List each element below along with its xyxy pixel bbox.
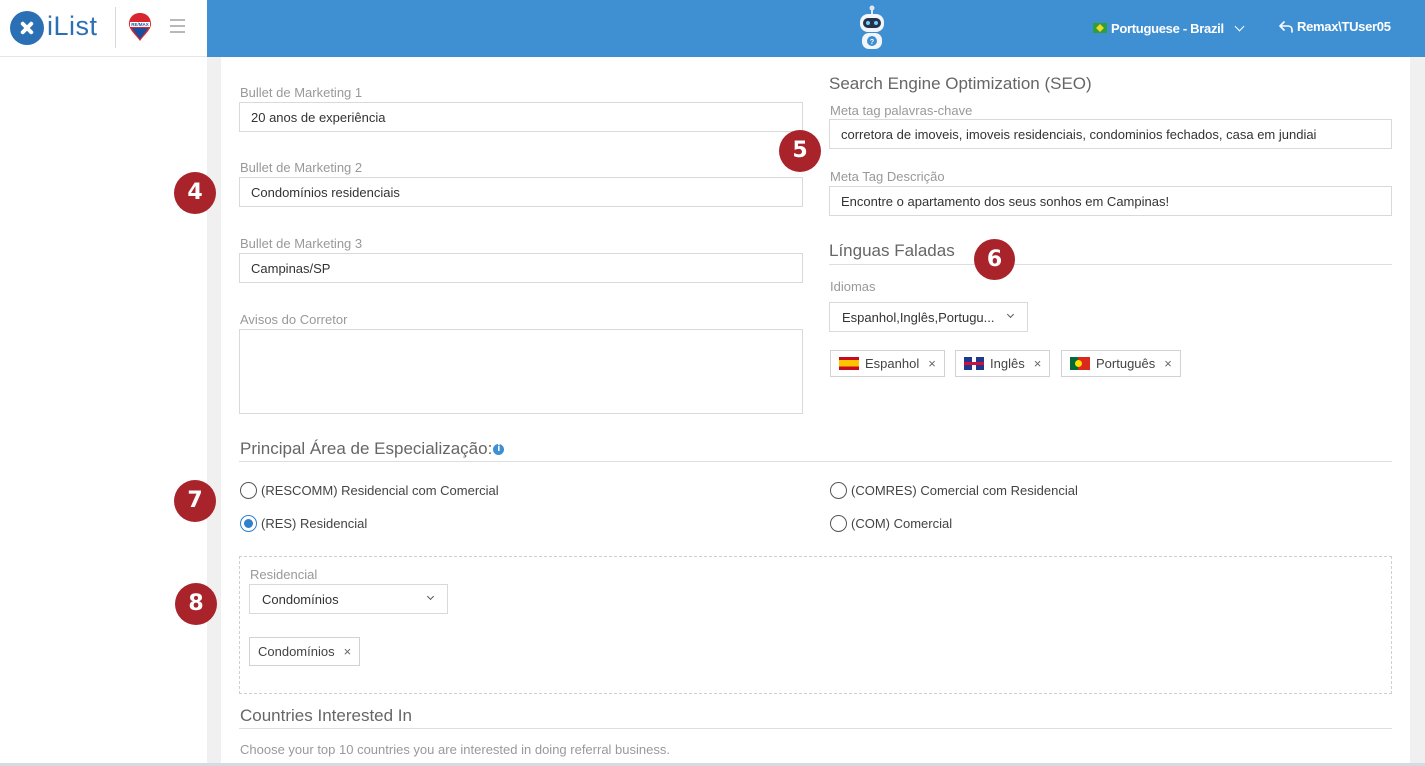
bullet1-label: Bullet de Marketing 1	[240, 85, 363, 100]
language-selector[interactable]: Portuguese - Brazil	[1093, 19, 1245, 37]
meta-keywords-label: Meta tag palavras-chave	[830, 103, 973, 118]
svg-text:RE/MAX: RE/MAX	[131, 22, 149, 27]
language-tag-label: Espanhol	[865, 356, 920, 371]
svg-text:?: ?	[870, 39, 874, 46]
brazil-flag-icon	[1093, 23, 1107, 33]
annotation-badge-5: 5	[779, 130, 821, 172]
right-gutter	[1410, 57, 1425, 766]
countries-helper-text: Choose your top 10 countries you are int…	[240, 742, 670, 757]
language-tag-portuguese: Português ×	[1061, 350, 1181, 377]
annotation-badge-4: 4	[174, 172, 216, 214]
radio-comres[interactable]: (COMRES) Comercial com Residencial	[830, 482, 1078, 499]
countries-title: Countries Interested In	[240, 706, 412, 725]
brand-name[interactable]: iList	[47, 11, 98, 42]
meta-description-label: Meta Tag Descrição	[830, 169, 945, 184]
residencial-tag-label: Condomínios	[258, 644, 335, 659]
annotation-badge-8: 8	[175, 583, 217, 625]
hamburger-icon[interactable]	[170, 19, 185, 33]
bullet2-input[interactable]: Condomínios residenciais	[239, 177, 803, 207]
remove-tag-icon[interactable]: ×	[928, 356, 936, 371]
radio-res[interactable]: (RES) Residencial	[240, 515, 367, 532]
radio-circle[interactable]	[240, 482, 257, 499]
chevron-down-icon	[1006, 310, 1015, 319]
specialization-title: Principal Área de Especialização: i	[240, 439, 505, 459]
radio-label: (COMRES) Comercial com Residencial	[851, 483, 1078, 498]
countries-divider	[239, 728, 1392, 729]
languages-field-label: Idiomas	[830, 279, 876, 294]
bullet1-input[interactable]: 20 anos de experiência	[239, 102, 803, 132]
uk-flag-icon	[964, 357, 984, 370]
sidebar	[0, 57, 207, 766]
return-arrow-icon	[1279, 20, 1293, 33]
annotation-badge-6: 6	[974, 239, 1015, 280]
bullet2-label: Bullet de Marketing 2	[240, 160, 363, 175]
chevron-down-icon	[426, 592, 435, 601]
remove-tag-icon[interactable]: ×	[1164, 356, 1172, 371]
remove-tag-icon[interactable]: ×	[1034, 356, 1042, 371]
radio-rescomm[interactable]: (RESCOMM) Residencial com Comercial	[240, 482, 499, 499]
portugal-flag-icon	[1070, 357, 1090, 370]
remove-tag-icon[interactable]: ×	[344, 644, 352, 659]
radio-com[interactable]: (COM) Comercial	[830, 515, 952, 532]
ilist-logo-icon[interactable]	[10, 11, 44, 45]
brand-divider	[115, 7, 116, 48]
info-icon[interactable]: i	[493, 444, 505, 456]
specialization-divider	[239, 461, 1392, 462]
languages-title: Línguas Faladas	[829, 241, 955, 260]
language-tag-label: Português	[1096, 356, 1156, 371]
user-name: Remax\TUser05	[1297, 19, 1391, 34]
left-gutter	[207, 57, 221, 766]
languages-divider	[829, 264, 1392, 265]
residencial-panel	[239, 556, 1392, 694]
residencial-tag: Condomínios ×	[249, 637, 361, 666]
languages-select[interactable]: Espanhol,Inglês,Portugu...	[829, 302, 1028, 332]
brand-area: iList RE/MAX	[0, 0, 207, 57]
residencial-label: Residencial	[250, 567, 318, 582]
residencial-select-value: Condomínios	[262, 592, 339, 607]
meta-description-input[interactable]: Encontre o apartamento dos seus sonhos e…	[829, 186, 1392, 216]
broker-notices-textarea[interactable]	[239, 329, 803, 414]
user-menu[interactable]: Remax\TUser05	[1279, 19, 1391, 34]
radio-label: (COM) Comercial	[851, 516, 953, 531]
radio-circle[interactable]	[830, 515, 847, 532]
language-tag-spanish: Espanhol ×	[830, 350, 945, 377]
top-navigation-bar: iList RE/MAX ? Portuguese - Brazil Remax…	[0, 0, 1425, 57]
spain-flag-icon	[839, 357, 859, 370]
language-tag-english: Inglês ×	[955, 350, 1051, 377]
radio-circle[interactable]	[830, 482, 847, 499]
radio-label: (RESCOMM) Residencial com Comercial	[261, 483, 499, 498]
seo-title: Search Engine Optimization (SEO)	[829, 74, 1092, 93]
broker-notices-label: Avisos do Corretor	[240, 312, 348, 327]
language-tag-label: Inglês	[990, 356, 1025, 371]
robot-icon[interactable]: ?	[852, 4, 892, 52]
languages-select-value: Espanhol,Inglês,Portugu...	[842, 310, 995, 325]
remax-balloon-icon: RE/MAX	[129, 13, 151, 41]
bullet3-label: Bullet de Marketing 3	[240, 236, 363, 251]
residencial-select[interactable]: Condomínios	[249, 584, 448, 614]
bullet3-input[interactable]: Campinas/SP	[239, 253, 803, 283]
radio-label: (RES) Residencial	[261, 516, 368, 531]
meta-keywords-input[interactable]: corretora de imoveis, imoveis residencia…	[829, 119, 1392, 149]
language-label: Portuguese - Brazil	[1111, 20, 1224, 36]
annotation-badge-7: 7	[174, 480, 216, 522]
radio-circle-checked[interactable]	[240, 515, 257, 532]
specialization-title-text: Principal Área de Especialização:	[240, 439, 493, 458]
chevron-down-icon	[1234, 21, 1245, 31]
